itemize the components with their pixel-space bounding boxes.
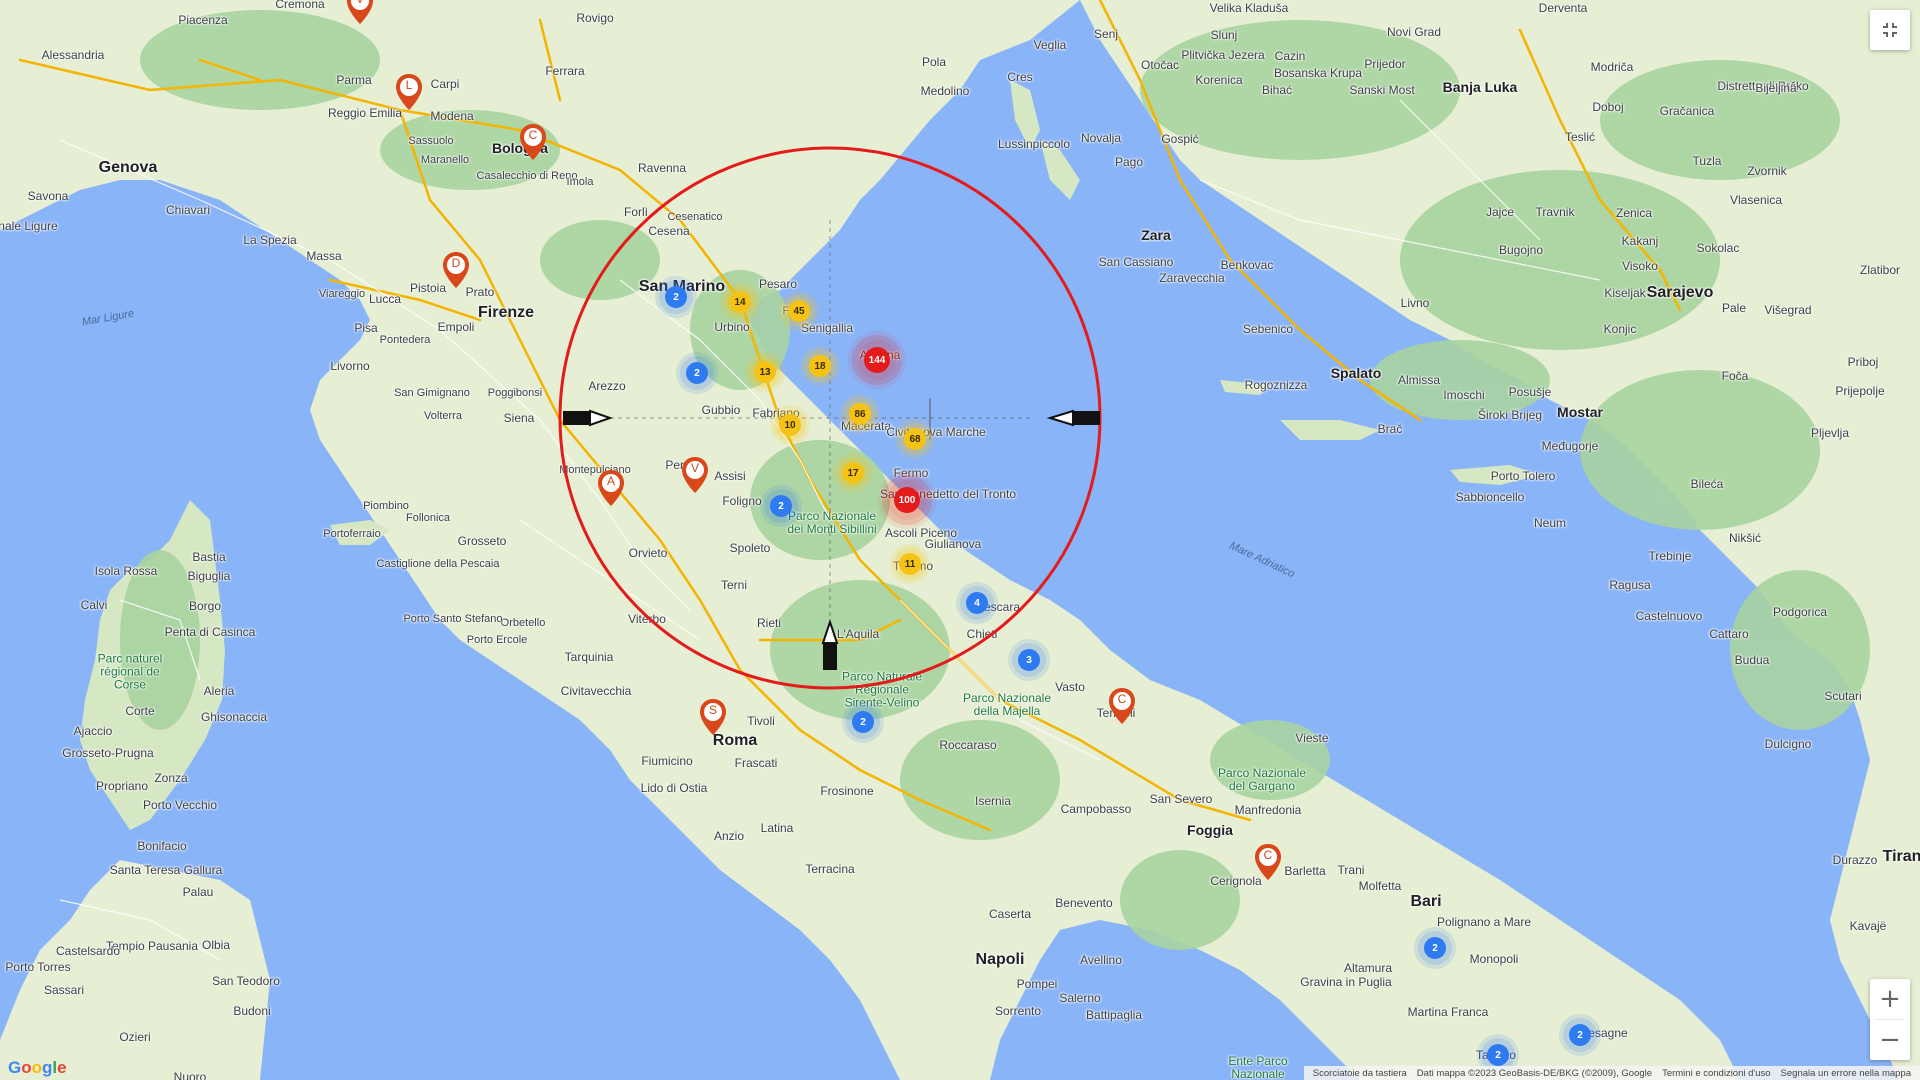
pin-letter: S (708, 703, 717, 717)
radius-overlay (558, 146, 1102, 690)
marker-cluster[interactable]: 86 (844, 398, 876, 430)
cluster-count: 2 (1424, 937, 1446, 959)
location-pin[interactable]: C (1107, 686, 1137, 726)
google-logo[interactable]: Google (8, 1058, 67, 1078)
zoom-control: + − (1870, 979, 1910, 1060)
marker-cluster[interactable]: 13 (749, 356, 781, 388)
cluster-count: 18 (809, 355, 831, 377)
keyboard-shortcuts-link[interactable]: Scorciatoie da tastiera (1308, 1068, 1412, 1079)
cluster-count: 100 (894, 487, 920, 513)
cluster-count: 4 (966, 592, 988, 614)
cluster-count: 17 (842, 462, 864, 484)
cluster-count: 144 (864, 347, 890, 373)
location-pin[interactable]: D (441, 250, 471, 290)
pin-letter: C (1117, 692, 1127, 706)
cluster-count: 2 (1569, 1024, 1591, 1046)
pin-letter: V (690, 461, 699, 475)
map-data-text: Dati mappa ©2023 GeoBasis-DE/BKG (©2009)… (1416, 1067, 1653, 1079)
cluster-count: 2 (686, 362, 708, 384)
pin-letter: D (451, 256, 461, 270)
map-canvas[interactable]: Mar Ligure Mare Adriatico Genova Firenze… (0, 0, 1920, 1080)
cluster-count: 45 (788, 300, 810, 322)
cluster-count: 86 (849, 403, 871, 425)
cluster-count: 68 (904, 428, 926, 450)
marker-cluster[interactable]: 2 (659, 280, 693, 314)
terms-link[interactable]: Termini e condizioni d'uso (1657, 1068, 1775, 1079)
marker-cluster[interactable]: 18 (804, 350, 836, 382)
pin-letter: V (345, 0, 375, 6)
fullscreen-button[interactable] (1870, 10, 1910, 50)
marker-cluster[interactable]: 68 (899, 423, 931, 455)
marker-cluster[interactable]: 11 (894, 548, 926, 580)
marker-cluster[interactable]: 4 (960, 586, 994, 620)
cluster-count: 2 (665, 286, 687, 308)
cluster-count: 13 (754, 361, 776, 383)
marker-cluster[interactable]: 144 (857, 340, 897, 380)
pin-letter: C (1263, 848, 1273, 862)
pin-letter: C (528, 128, 538, 142)
report-error-link[interactable]: Segnala un errore nella mappa (1776, 1068, 1916, 1079)
location-pin[interactable]: V (680, 455, 710, 495)
marker-cluster[interactable]: 2 (764, 489, 798, 523)
cluster-count: 2 (852, 711, 874, 733)
zoom-in-button[interactable]: + (1870, 979, 1910, 1019)
marker-cluster[interactable]: 3 (1012, 643, 1046, 677)
pin-letter: L (405, 78, 413, 92)
cluster-count: 10 (779, 414, 801, 436)
radius-handle-bottom (821, 618, 839, 670)
marker-cluster[interactable]: 2 (846, 705, 880, 739)
marker-cluster[interactable]: 14 (724, 286, 756, 318)
radius-handle-right (1046, 409, 1100, 427)
marker-cluster[interactable]: 2 (680, 356, 714, 390)
location-pin[interactable]: C (1253, 842, 1283, 882)
location-pin[interactable]: C (518, 122, 548, 162)
zoom-out-button[interactable]: − (1870, 1020, 1910, 1060)
marker-cluster[interactable]: 2 (1563, 1018, 1597, 1052)
marker-cluster[interactable]: 10 (774, 409, 806, 441)
fullscreen-icon (1883, 23, 1897, 37)
cluster-count: 11 (899, 553, 921, 575)
radius-handle-left (563, 409, 614, 427)
location-pin[interactable]: L (394, 72, 424, 112)
location-pin[interactable]: A (596, 468, 626, 508)
marker-cluster[interactable]: 45 (783, 295, 815, 327)
marker-cluster[interactable]: 17 (837, 457, 869, 489)
cluster-count: 3 (1018, 649, 1040, 671)
cluster-count: 14 (729, 291, 751, 313)
marker-cluster[interactable]: 2 (1418, 931, 1452, 965)
marker-cluster[interactable]: 100 (887, 480, 927, 520)
cluster-count: 2 (770, 495, 792, 517)
attribution-bar: Scorciatoie da tastiera Dati mappa ©2023… (1303, 1066, 1920, 1080)
location-pin[interactable]: S (698, 697, 728, 737)
pin-letter: A (606, 474, 615, 488)
location-pin[interactable]: V (345, 0, 375, 26)
cluster-count: 2 (1487, 1044, 1509, 1066)
